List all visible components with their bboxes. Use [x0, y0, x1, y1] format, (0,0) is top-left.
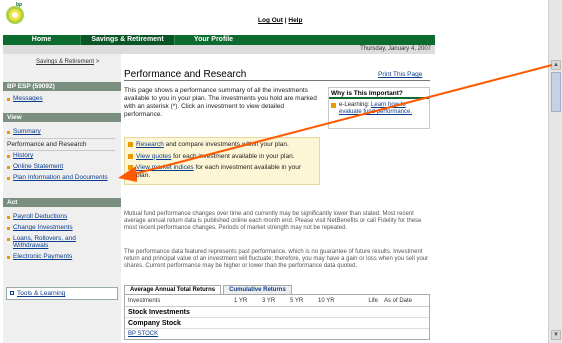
breadcrumb: Savings & Retirement >	[36, 59, 99, 65]
tab-your-profile[interactable]: Your Profile	[175, 35, 252, 45]
breadcrumb-sep: >	[95, 59, 100, 65]
scroll-thumb[interactable]	[551, 72, 561, 112]
action-indices: View market indices for each investment …	[128, 164, 316, 179]
bullet-square-icon	[331, 103, 336, 108]
returns-tabs: Average Annual Total Returns Cumulative …	[124, 285, 292, 294]
payroll-link[interactable]: Payroll Deductions	[13, 213, 67, 220]
view-header: View	[3, 113, 121, 122]
bullet-icon	[7, 256, 10, 259]
sidebar-item-plan-info[interactable]: Plan Information and Documents	[7, 174, 111, 181]
vertical-scrollbar[interactable]: ▲ ▼	[548, 0, 562, 343]
change-investments-link[interactable]: Change Investments	[13, 224, 73, 231]
loans-link[interactable]: Loans, Rollovers, and Withdrawals	[13, 235, 111, 249]
action-text: and compare investments within your plan…	[163, 141, 289, 148]
breadcrumb-savings-link[interactable]: Savings & Retirement	[36, 59, 94, 65]
col-10yr: 10 YR	[318, 298, 335, 304]
research-link[interactable]: Research	[136, 141, 164, 148]
logo-text: bp	[16, 2, 22, 8]
divider	[7, 150, 115, 151]
page: bp Log Out | Help Home Savings & Retirem…	[0, 0, 548, 343]
help-link[interactable]: Help	[288, 17, 302, 24]
tools-learning-link[interactable]: Tools & Learning	[17, 290, 65, 297]
header-links: Log Out | Help	[258, 17, 302, 24]
view-market-indices-link[interactable]: View market indices	[136, 164, 194, 171]
action-research: Research and compare investments within …	[128, 141, 316, 149]
tab-home[interactable]: Home	[3, 35, 80, 45]
scroll-up-icon[interactable]: ▲	[551, 60, 561, 70]
logout-link[interactable]: Log Out	[258, 17, 283, 24]
tab-average-annual[interactable]: Average Annual Total Returns	[124, 285, 222, 294]
subsection-company-stock: Company Stock	[125, 318, 429, 329]
messages-link[interactable]: Messages	[13, 95, 43, 102]
sidebar-item-online-statement[interactable]: Online Statement	[7, 163, 63, 170]
col-5yr: 5 YR	[290, 298, 304, 304]
page-title: Performance and Research	[124, 69, 247, 80]
history-link[interactable]: History	[13, 152, 33, 159]
bullet-icon	[7, 98, 10, 101]
tab-cumulative[interactable]: Cumulative Returns	[223, 285, 292, 294]
bullet-icon	[7, 177, 10, 180]
electronic-payments-link[interactable]: Electronic Payments	[13, 253, 72, 260]
elearning-prefix: e-Learning:	[339, 102, 372, 108]
col-1yr: 1 YR	[234, 298, 248, 304]
disclaimer-paragraph-2: The performance data featured represents…	[124, 249, 429, 269]
sidebar-item-messages[interactable]: Messages	[7, 95, 43, 102]
disclaimer-paragraph-1: Mutual fund performance changes over tim…	[124, 211, 422, 231]
bullet-square-icon	[128, 142, 133, 147]
intro-text: This page shows a performance summary of…	[124, 87, 317, 118]
returns-table: Investments 1 YR 3 YR 5 YR 10 YR Life As…	[124, 294, 430, 340]
sidebar: Savings & Retirement > BP ESP (59092) Me…	[3, 54, 121, 343]
bullet-icon	[7, 227, 10, 230]
bullet-icon	[7, 166, 10, 169]
sidebar-item-performance-research: Performance and Research	[7, 141, 87, 148]
plan-info-link[interactable]: Plan Information and Documents	[13, 174, 108, 181]
scroll-down-icon[interactable]: ▼	[551, 330, 561, 340]
performance-research-label: Performance and Research	[7, 141, 87, 148]
table-header: Investments 1 YR 3 YR 5 YR 10 YR Life As…	[125, 295, 429, 307]
col-life: Life	[368, 298, 378, 304]
print-link[interactable]: Print This Page	[378, 71, 422, 78]
summary-link[interactable]: Summary	[13, 128, 41, 135]
bp-stock-link[interactable]: BP STOCK	[128, 331, 158, 337]
sidebar-item-payroll[interactable]: Payroll Deductions	[7, 213, 67, 220]
divider	[7, 138, 115, 139]
why-important-body: e-Learning: Learn how to evaluate fund p…	[329, 99, 429, 116]
action-text: for each investment available in your pl…	[171, 152, 295, 160]
col-as-of-date: As of Date	[384, 298, 413, 304]
action-quotes: View quotes for each investment availabl…	[128, 153, 316, 161]
col-3yr: 3 YR	[262, 298, 276, 304]
sidebar-item-history[interactable]: History	[7, 152, 33, 159]
main-nav: Home Savings & Retirement Your Profile	[3, 35, 435, 45]
header-separator: |	[284, 17, 287, 24]
bp-logo: bp	[6, 2, 24, 24]
bullet-icon	[7, 131, 10, 134]
bullet-icon	[7, 216, 10, 219]
bullet-square-icon	[128, 153, 133, 159]
sidebar-item-electronic-payments[interactable]: Electronic Payments	[7, 253, 72, 260]
sidebar-item-loans[interactable]: Loans, Rollovers, and Withdrawals	[7, 235, 111, 249]
box-icon	[10, 291, 14, 295]
plan-header: BP ESP (59092)	[3, 82, 121, 91]
sidebar-item-summary[interactable]: Summary	[7, 128, 41, 135]
bullet-icon	[7, 155, 10, 158]
actions-box: Research and compare investments within …	[124, 137, 320, 185]
online-statement-link[interactable]: Online Statement	[13, 163, 63, 170]
nav-fill	[252, 35, 435, 45]
section-stock-investments: Stock Investments	[125, 307, 429, 318]
why-important-box: Why is This Important? e-Learning: Learn…	[328, 87, 430, 129]
current-date: Thursday, January 4, 2007	[360, 46, 431, 52]
tools-learning-box[interactable]: Tools & Learning	[6, 287, 118, 300]
why-important-title: Why is This Important?	[329, 88, 429, 99]
date-bar: Thursday, January 4, 2007	[3, 45, 435, 54]
col-investments: Investments	[128, 298, 161, 304]
tab-savings-retirement[interactable]: Savings & Retirement	[80, 35, 175, 45]
act-header: Act	[3, 198, 121, 207]
table-row[interactable]: BP STOCK	[125, 329, 429, 339]
bullet-icon	[7, 238, 10, 241]
view-quotes-link[interactable]: View quotes	[136, 153, 171, 160]
sidebar-item-change-investments[interactable]: Change Investments	[7, 224, 73, 231]
bullet-square-icon	[128, 165, 133, 170]
title-divider	[124, 80, 430, 81]
